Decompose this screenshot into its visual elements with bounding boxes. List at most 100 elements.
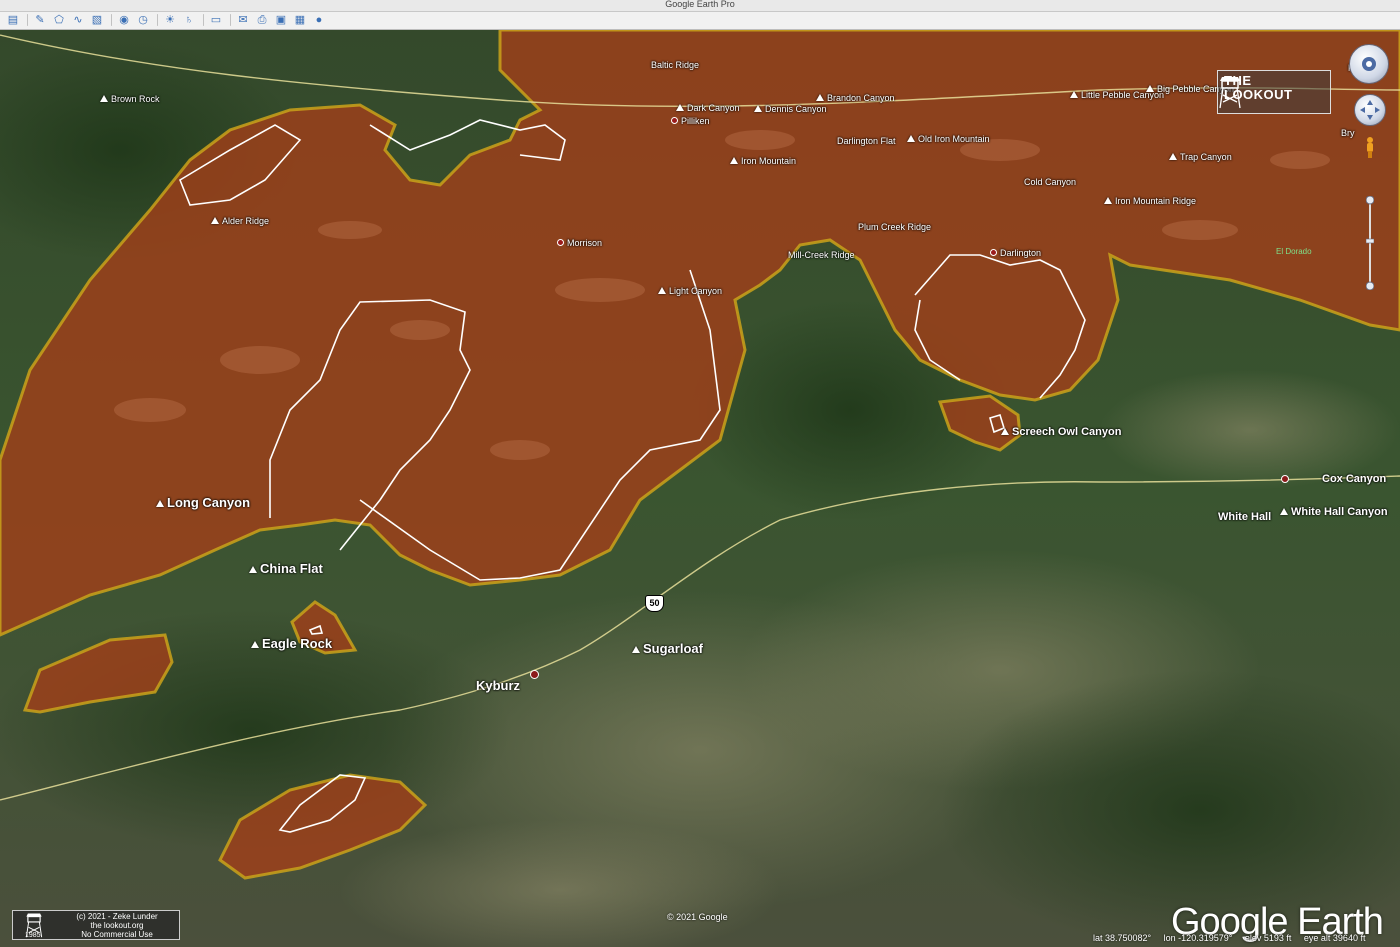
status-elev: elev 5193 ft (1244, 933, 1292, 943)
place-label-text: Darlington Flat (837, 136, 896, 146)
toolbar-separator (27, 14, 28, 26)
place-label[interactable]: Iron Mountain (730, 156, 796, 166)
place-label[interactable]: China Flat (249, 561, 323, 576)
credit-year: 1985 (25, 932, 41, 939)
credit-line3: No Commercial Use (81, 930, 153, 939)
place-label[interactable]: Brandon Canyon (816, 93, 895, 103)
history-icon[interactable]: ◷ (136, 13, 150, 27)
kyburz-town-marker-icon (530, 670, 539, 679)
place-label[interactable]: Darlington Flat (837, 136, 896, 146)
place-label-text: Dennis Canyon (765, 104, 827, 114)
peak-marker-icon (1104, 197, 1112, 204)
look-joystick[interactable] (1349, 44, 1389, 84)
peak-marker-icon (249, 566, 257, 573)
place-label[interactable]: Kyburz (476, 678, 520, 693)
place-label-text: Brandon Canyon (827, 93, 895, 103)
print-icon[interactable]: ⎙ (255, 13, 269, 27)
lookout-credit-box: 1985 (c) 2021 - Zeke Lunder the lookout.… (12, 910, 180, 940)
zoom-slider[interactable] (1366, 196, 1374, 290)
path-icon[interactable]: ∿ (71, 13, 85, 27)
street-view-pegman-icon[interactable] (1364, 136, 1376, 158)
place-label-text: Kyburz (476, 678, 521, 693)
place-label[interactable]: Cox Canyon (1322, 473, 1386, 485)
place-label-text: Cold Canyon (1024, 177, 1077, 187)
status-lat: lat 38.750082° (1093, 933, 1152, 943)
map-viewport[interactable]: Baltic Ridge Brown Rock Dark Canyon Pillike… (0, 30, 1400, 947)
place-label[interactable]: Pilliken (671, 116, 710, 126)
peak-marker-icon (754, 105, 762, 112)
place-label[interactable]: Dark Canyon (676, 103, 740, 113)
toolbar-separator (157, 14, 158, 26)
place-label[interactable]: White Hall Canyon (1280, 506, 1388, 518)
place-label[interactable]: Cold Canyon (1024, 177, 1076, 187)
place-label-text: Trap Canyon (1180, 152, 1232, 162)
peak-marker-icon (156, 500, 164, 507)
peak-marker-icon (1146, 85, 1154, 92)
toolbar-separator (111, 14, 112, 26)
polygon-icon[interactable]: ⬠ (52, 13, 66, 27)
peak-marker-icon (730, 157, 738, 164)
status-bar: lat 38.750082° lon -120.319579° elev 519… (1093, 933, 1375, 943)
ruler-icon[interactable]: ▭ (209, 13, 223, 27)
place-label[interactable]: Bry (1341, 128, 1355, 138)
place-label[interactable]: Plum Creek Ridge (858, 222, 931, 232)
place-label[interactable]: Trap Canyon (1169, 152, 1232, 162)
place-label[interactable]: Mill-Creek Ridge (788, 250, 855, 260)
toolbar-separator (203, 14, 204, 26)
peak-marker-icon (658, 287, 666, 294)
peak-marker-icon (632, 646, 640, 653)
save-image-icon[interactable]: ▣ (274, 13, 288, 27)
web-icon[interactable]: ● (312, 13, 326, 27)
place-label[interactable]: Morrison (557, 238, 602, 248)
peak-marker-icon (907, 135, 915, 142)
place-label[interactable]: Baltic Ridge (651, 60, 699, 70)
peak-marker-icon (100, 95, 108, 102)
place-label-text: Old Iron Mountain (918, 134, 990, 144)
place-label[interactable]: Alder Ridge (211, 216, 269, 226)
planet-icon[interactable]: ♄ (182, 13, 196, 27)
image-overlay-icon[interactable]: ▧ (90, 13, 104, 27)
sidebar-icon[interactable]: ▤ (6, 13, 20, 27)
move-arrows-icon (1360, 100, 1380, 120)
place-label[interactable]: Iron Mountain Ridge (1104, 196, 1196, 206)
place-label[interactable]: Dennis Canyon (754, 104, 827, 114)
place-label[interactable]: Old Iron Mountain (907, 134, 990, 144)
place-label[interactable]: White Hall (1218, 511, 1271, 523)
window-title: Google Earth Pro (665, 0, 735, 9)
place-label-text: Iron Mountain (741, 156, 797, 166)
move-joystick[interactable] (1354, 94, 1386, 126)
imagery-copyright: © 2021 Google (667, 912, 728, 922)
place-label-text: Sugarloaf (643, 641, 703, 656)
status-lon: lon -120.319579° (1163, 933, 1233, 943)
place-label-text: Baltic Ridge (651, 60, 700, 70)
place-label-text: White Hall Canyon (1291, 506, 1388, 518)
place-label[interactable]: El Dorado (1276, 247, 1312, 256)
place-label[interactable]: Darlington (990, 248, 1041, 258)
credit-line1: (c) 2021 - Zeke Lunder (76, 912, 158, 921)
white-hall-town-marker-icon (1281, 475, 1289, 483)
place-label-text: Bry (1341, 128, 1355, 138)
town-marker-icon (557, 239, 564, 246)
tour-icon[interactable]: ◉ (117, 13, 131, 27)
toolbar: ▤ ✎ ⬠ ∿ ▧ ◉ ◷ ☀ ♄ ▭ ✉ ⎙ ▣ ▦ ● (0, 12, 1400, 30)
place-label-text: Pilliken (681, 116, 710, 126)
sun-icon[interactable]: ☀ (163, 13, 177, 27)
place-label[interactable]: Brown Rock (100, 94, 160, 104)
route-shield: 50 (645, 595, 664, 612)
placemark-icon[interactable]: ✎ (33, 13, 47, 27)
maps-icon[interactable]: ▦ (293, 13, 307, 27)
place-label[interactable]: Eagle Rock (251, 636, 332, 651)
place-label-text: Plum Creek Ridge (858, 222, 932, 232)
peak-marker-icon (1001, 428, 1009, 435)
place-label[interactable]: Long Canyon (156, 495, 250, 510)
peak-marker-icon (251, 641, 259, 648)
place-label[interactable]: Light Canyon (658, 286, 722, 296)
lookout-tower-icon (1219, 77, 1241, 109)
place-label[interactable]: Screech Owl Canyon (1001, 426, 1121, 438)
place-label-text: Brown Rock (111, 94, 160, 104)
email-icon[interactable]: ✉ (236, 13, 250, 27)
place-label-text: White Hall (1218, 511, 1272, 523)
place-label[interactable]: Sugarloaf (632, 641, 703, 656)
peak-marker-icon (816, 94, 824, 101)
town-marker-icon (671, 117, 678, 124)
